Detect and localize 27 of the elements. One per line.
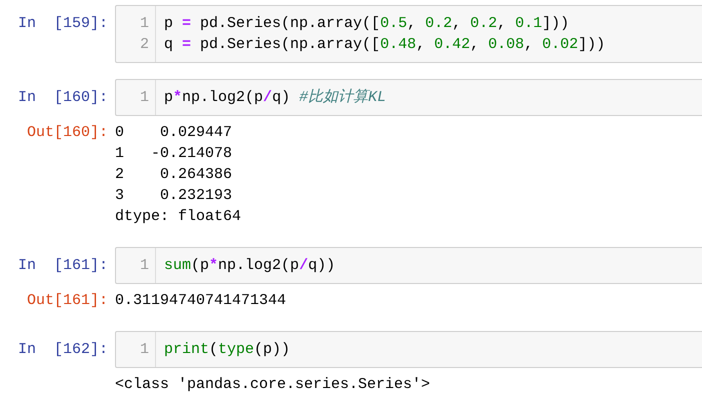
input-prompt: In [162]:: [16, 340, 108, 360]
line-number: 1: [138, 88, 149, 108]
input-prompt: In [161]:: [16, 256, 108, 276]
line-number: 2: [138, 35, 149, 55]
code-input-box[interactable]: 1 p*np.log2(p/q) #比如计算KL: [115, 79, 702, 116]
code-input-box[interactable]: 1 2 p = pd.Series(np.array([0.5, 0.2, 0.2, 0.1])) q = pd.Series(np.array([0.48, 0.42, 0.08, 0.02])): [115, 5, 702, 63]
output-line: 2 0.264386: [115, 165, 234, 185]
line-number: 1: [138, 256, 149, 276]
input-prompt: In [160]:: [16, 88, 108, 108]
line-number: 1: [138, 14, 149, 34]
output-line: dtype: float64: [115, 207, 242, 227]
code-line: p = pd.Series(np.array([0.5, 0.2, 0.2, 0.1])): [164, 14, 570, 34]
input-prompt: In [159]:: [16, 14, 108, 34]
code-line: p*np.log2(p/q) #比如计算KL: [164, 88, 386, 108]
code-input-box[interactable]: 1 print(type(p)): [115, 331, 702, 368]
code-line: sum(p*np.log2(p/q)): [164, 256, 336, 276]
line-number: 1: [138, 340, 149, 360]
code-input-box[interactable]: 1 sum(p*np.log2(p/q)): [115, 247, 702, 284]
output-prompt: Out[161]:: [26, 291, 108, 311]
code-line: print(type(p)): [164, 340, 290, 360]
output-line: 0.31194740741471344: [115, 291, 286, 311]
code-line: q = pd.Series(np.array([0.48, 0.42, 0.08, 0.02])): [164, 35, 606, 55]
output-prompt: Out[160]:: [26, 123, 108, 143]
output-line: 0 0.029447: [115, 123, 234, 143]
output-line: 3 0.232193: [115, 186, 234, 206]
output-line: <class 'pandas.core.series.Series'>: [115, 375, 430, 395]
output-line: 1 -0.214078: [115, 144, 234, 164]
